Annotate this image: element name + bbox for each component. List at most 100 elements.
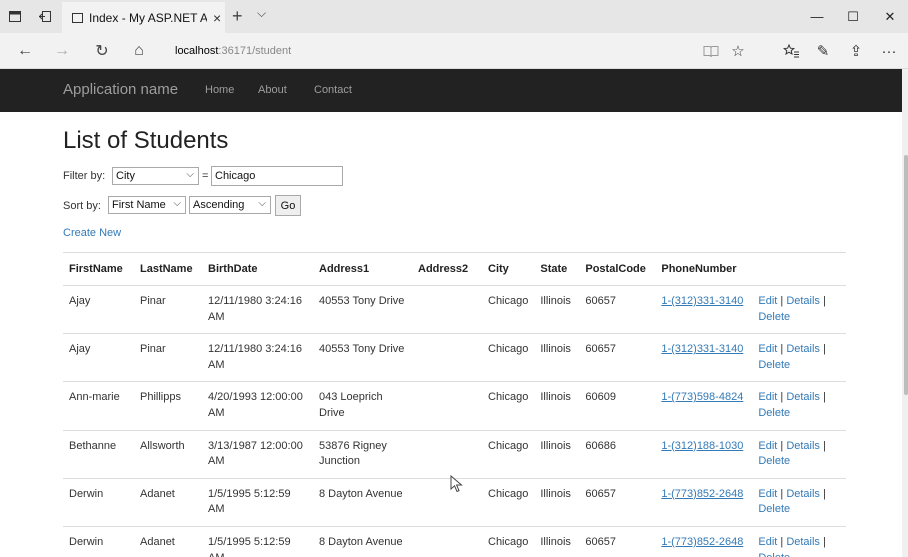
filter-value-input[interactable]: Chicago	[211, 166, 343, 186]
forward-button[interactable]: →	[47, 33, 77, 69]
favorite-star-icon[interactable]: ☆	[725, 33, 751, 69]
phone-link[interactable]: 1-(773)598-4824	[661, 391, 743, 403]
cell-state: Illinois	[534, 333, 580, 382]
tab-title: Index - My ASP.NET Ap	[89, 10, 207, 25]
url-field[interactable]: localhost:36171/student	[163, 38, 723, 64]
cell-lastname: Pinar	[134, 284, 202, 334]
column-header-phonenumber: PhoneNumber	[655, 252, 753, 286]
column-header-lastname: LastName	[134, 252, 202, 286]
filter-label: Filter by:	[63, 170, 106, 182]
edit-link[interactable]: Edit	[758, 536, 777, 548]
web-note-icon[interactable]: ✎	[810, 33, 836, 69]
column-header-address2: Address2	[412, 252, 482, 286]
favorites-hub-icon[interactable]	[778, 33, 804, 69]
action-separator: |	[780, 439, 784, 452]
sort-field-select[interactable]: First Name ⌵	[108, 196, 186, 214]
chevron-down-icon: ⌵	[258, 198, 266, 209]
filter-field-select[interactable]: City ⌵	[112, 167, 199, 185]
cell-lastname: Allsworth	[134, 429, 202, 479]
action-separator: |	[823, 295, 826, 307]
delete-link[interactable]: Delete	[758, 455, 790, 467]
cell-address2	[412, 526, 482, 557]
tab-close-icon[interactable]: ×	[213, 10, 221, 26]
cell-phonenumber: 1-(773)852-2648	[655, 477, 753, 527]
close-window-button[interactable]: ✕	[870, 0, 908, 33]
cell-actions: Edit | Details | Delete	[752, 477, 846, 527]
cell-postalcode: 60657	[579, 284, 656, 334]
url-host: localhost	[175, 45, 219, 57]
page-scrollbar[interactable]	[902, 69, 908, 557]
phone-link[interactable]: 1-(312)331-3140	[661, 295, 743, 307]
cell-address2	[412, 381, 482, 431]
details-link[interactable]: Details	[786, 295, 820, 307]
create-new-link[interactable]: Create New	[63, 227, 121, 239]
details-link[interactable]: Details	[786, 440, 820, 452]
set-tabs-aside-icon[interactable]	[30, 0, 60, 33]
details-link[interactable]: Details	[786, 391, 820, 403]
filter-field-value: City	[116, 170, 135, 182]
cell-city: Chicago	[482, 526, 535, 557]
cell-address1: 53876 Rigney Junction	[313, 429, 412, 479]
edit-link[interactable]: Edit	[758, 488, 777, 500]
share-icon[interactable]: ⇪	[843, 33, 869, 69]
scrollbar-thumb[interactable]	[904, 155, 908, 395]
phone-link[interactable]: 1-(773)852-2648	[661, 488, 743, 500]
table-row: Ajay Pinar 12/11/1980 3:24:16 AM 40553 Tony…	[63, 333, 846, 382]
delete-link[interactable]: Delete	[758, 407, 790, 419]
browser-tab-active[interactable]: Index - My ASP.NET Ap ×	[62, 2, 225, 33]
cell-postalcode: 60657	[579, 477, 656, 527]
details-link[interactable]: Details	[786, 343, 820, 355]
url-path: :36171/student	[218, 45, 292, 57]
cell-address1: 8 Dayton Avenue	[313, 526, 412, 557]
cell-lastname: Adanet	[134, 526, 202, 557]
column-header-city: City	[482, 252, 535, 286]
edit-link[interactable]: Edit	[758, 343, 777, 355]
nav-link-about[interactable]: About	[258, 84, 287, 96]
home-button[interactable]: ⌂	[124, 33, 154, 69]
site-navbar: Application name Home About Contact	[0, 69, 902, 112]
go-button[interactable]: Go	[275, 195, 301, 216]
phone-link[interactable]: 1-(312)188-1030	[661, 440, 743, 452]
browser-titlebar: Index - My ASP.NET Ap × + ⌵ — ☐ ✕	[0, 0, 908, 33]
details-link[interactable]: Details	[786, 488, 820, 500]
action-separator: |	[780, 343, 784, 356]
action-separator: |	[823, 487, 826, 500]
cell-phonenumber: 1-(312)331-3140	[655, 333, 753, 382]
nav-link-home[interactable]: Home	[205, 84, 234, 96]
refresh-button[interactable]: ↻	[87, 33, 117, 69]
new-tab-button[interactable]: +	[232, 6, 243, 27]
cell-address1: 8 Dayton Avenue	[313, 477, 412, 527]
sort-field-value: First Name	[112, 199, 166, 211]
cell-firstname: Derwin	[63, 477, 134, 527]
edit-link[interactable]: Edit	[758, 440, 777, 452]
sort-order-select[interactable]: Ascending ⌵	[189, 196, 271, 214]
back-button[interactable]: ←	[10, 33, 40, 69]
cell-birthdate: 1/5/1995 5:12:59 AM	[202, 477, 313, 527]
brand-link[interactable]: Application name	[63, 81, 178, 98]
action-separator: |	[780, 295, 784, 307]
maximize-button[interactable]: ☐	[833, 0, 873, 33]
tab-actions-icon[interactable]	[0, 0, 30, 33]
delete-link[interactable]: Delete	[758, 359, 790, 371]
phone-link[interactable]: 1-(773)852-2648	[661, 536, 743, 548]
page-title: List of Students	[63, 127, 229, 154]
delete-link[interactable]: Delete	[758, 552, 790, 557]
nav-link-contact[interactable]: Contact	[314, 84, 352, 96]
cell-phonenumber: 1-(312)188-1030	[655, 429, 753, 479]
delete-link[interactable]: Delete	[758, 311, 790, 323]
delete-link[interactable]: Delete	[758, 503, 790, 515]
cell-birthdate: 12/11/1980 3:24:16 AM	[202, 284, 313, 334]
minimize-button[interactable]: —	[797, 0, 837, 33]
cell-birthdate: 12/11/1980 3:24:16 AM	[202, 333, 313, 382]
tab-preview-toggle-icon[interactable]: ⌵	[257, 6, 266, 21]
cell-actions: Edit | Details | Delete	[752, 429, 846, 479]
reading-view-icon[interactable]	[698, 33, 724, 69]
cell-birthdate: 3/13/1987 12:00:00 AM	[202, 429, 313, 479]
table-row: Ajay Pinar 12/11/1980 3:24:16 AM 40553 Tony…	[63, 284, 846, 334]
more-menu-icon[interactable]: ···	[876, 33, 902, 69]
phone-link[interactable]: 1-(312)331-3140	[661, 343, 743, 355]
edit-link[interactable]: Edit	[758, 391, 777, 403]
details-link[interactable]: Details	[786, 536, 820, 548]
table-row: Bethanne Allsworth 3/13/1987 12:00:00 AM 53…	[63, 429, 846, 479]
edit-link[interactable]: Edit	[758, 295, 777, 307]
